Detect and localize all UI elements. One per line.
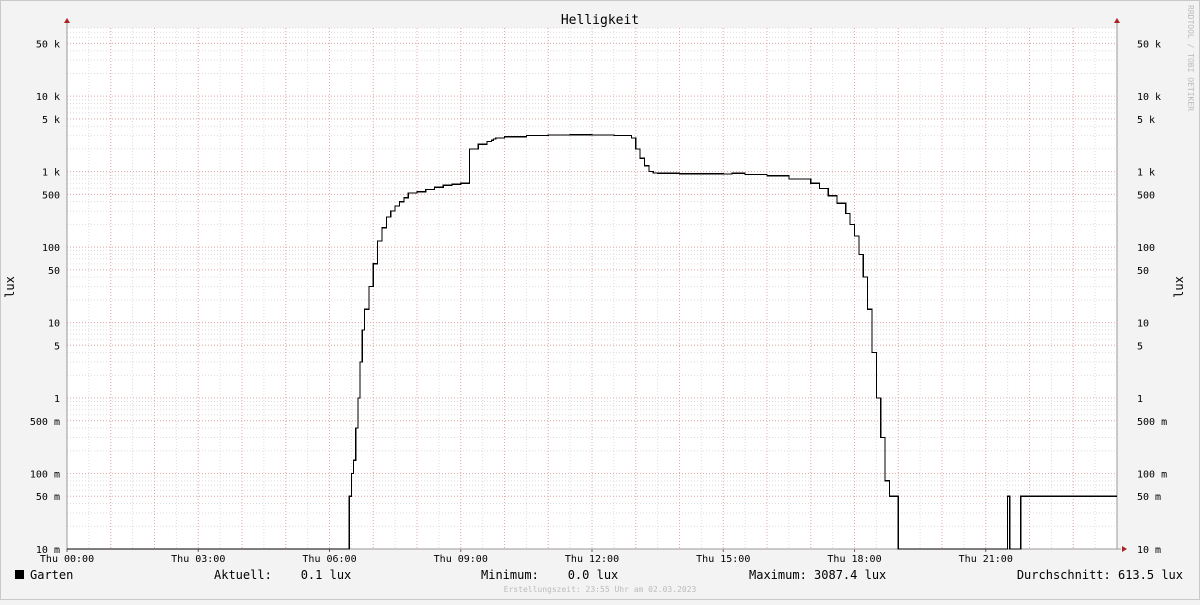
x-tick-label: Thu 15:00 [696,554,750,565]
y-tick-label-right: 50 m [1137,492,1161,503]
y-tick-label-left: 100 [42,243,60,254]
x-axis-arrow [1122,546,1127,552]
x-tick-label: Thu 06:00 [302,554,356,565]
y-tick-label-right: 50 k [1137,39,1161,50]
y-tick-label-right: 1 k [1137,168,1155,179]
y-tick-label-right: 10 [1137,319,1149,330]
stat-minimum: Minimum: 0.0 lux [481,568,618,582]
chart-title: Helligkeit [561,13,639,28]
y-tick-label-left: 50 k [36,39,60,50]
y-tick-label-left: 5 [54,341,60,352]
y-tick-label-right: 1 [1137,394,1143,405]
x-tick-label: Thu 03:00 [171,554,225,565]
y-tick-label-right: 500 m [1137,417,1167,428]
x-tick-label: Thu 00:00 [40,554,94,565]
stat-maximum: Maximum: 3087.4 lux [749,568,886,582]
footer-timestamp: Erstellungszeit: 23:55 Uhr am 02.03.2023 [504,585,697,594]
watermark: RRDTOOL / TOBI OETIKER [1186,5,1195,111]
y-tick-label-right: 10 m [1137,545,1161,556]
y-tick-label-left: 500 m [30,417,60,428]
y-axis-label-left: lux [3,276,17,298]
y-tick-label-left: 500 [42,190,60,201]
stat-aktuell: Aktuell: 0.1 lux [214,568,351,582]
stat-durchschnitt: Durchschnitt: 613.5 lux [1017,568,1183,582]
y-tick-label-right: 5 [1137,341,1143,352]
x-tick-label: Thu 12:00 [565,554,619,565]
y-axis-label-right: lux [1172,276,1186,298]
y-tick-label-left: 50 m [36,492,60,503]
x-tick-label: Thu 21:00 [959,554,1013,565]
x-tick-label: Thu 09:00 [434,554,488,565]
x-tick-label: Thu 18:00 [827,554,881,565]
y-tick-label-left: 10 [48,319,60,330]
y-tick-label-left: 1 k [42,168,60,179]
legend-label-garten: Garten [30,568,73,582]
y-tick-label-right: 500 [1137,190,1155,201]
y-axis-arrow-left [64,18,70,23]
y-axis-arrow-right [1114,18,1120,23]
y-tick-label-left: 50 [48,266,60,277]
y-tick-label-right: 10 k [1137,92,1161,103]
y-tick-label-right: 100 m [1137,470,1167,481]
chart-root: 50 k 50 k 10 k 10 k 5 k 5 k 1 k 1 k 500 500 100 100… [0,0,1200,600]
y-tick-label-left: 10 k [36,92,60,103]
y-tick-label-right: 50 [1137,266,1149,277]
y-tick-label-right: 100 [1137,243,1155,254]
y-tick-label-left: 5 k [42,115,60,126]
y-tick-label-left: 100 m [30,470,60,481]
y-tick-label-right: 5 k [1137,115,1155,126]
helligkeit-chart: 50 k 50 k 10 k 10 k 5 k 5 k 1 k 1 k 500 500 100 100… [3,5,1195,594]
y-tick-label-left: 1 [54,394,60,405]
legend-swatch-garten [15,570,24,579]
